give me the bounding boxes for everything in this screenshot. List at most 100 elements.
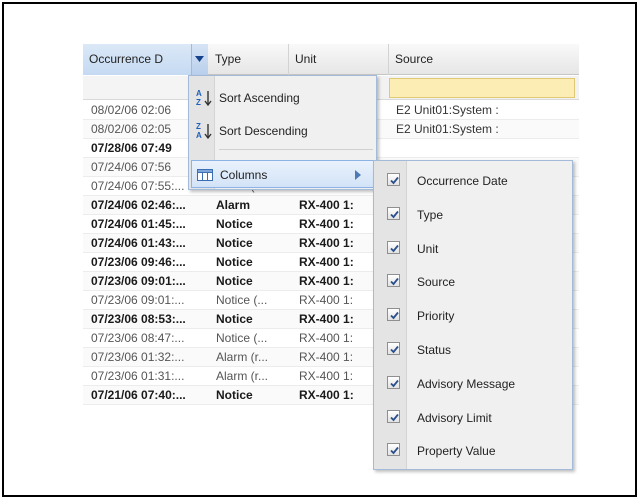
column-toggle-item[interactable]: Occurrence Date — [374, 165, 572, 198]
sort-descending-icon: Z A — [195, 121, 213, 141]
cell-type: Notice — [216, 388, 253, 402]
column-toggle-label: Type — [417, 207, 444, 222]
cell-occurrence-date: 07/24/06 02:46:... — [91, 198, 186, 212]
checkbox-icon[interactable] — [387, 308, 400, 322]
checkmark-icon — [390, 244, 399, 252]
cell-occurrence-date: 07/23/06 08:53:... — [91, 312, 186, 326]
header-type[interactable]: Type — [209, 44, 289, 75]
checkbox-icon[interactable] — [387, 206, 400, 220]
checkbox-icon[interactable] — [387, 342, 400, 355]
cell-occurrence-date: 07/21/06 07:40:... — [91, 388, 186, 402]
sort-ascending-icon: A Z — [195, 88, 213, 108]
column-toggle-label: Occurrence Date — [417, 174, 508, 188]
cell-unit: RX-400 1: — [299, 369, 354, 383]
cell-type: Notice — [216, 274, 253, 288]
checkmark-icon — [390, 447, 399, 455]
cell-type: Notice (... — [216, 293, 268, 307]
checkmark-icon — [390, 312, 399, 320]
column-toggle-label: Priority — [417, 309, 455, 324]
column-toggle-label: Property Value — [417, 444, 496, 459]
column-toggle-item[interactable]: Type — [374, 199, 572, 232]
svg-text:A: A — [196, 131, 202, 140]
column-toggle-item[interactable]: Property Value — [374, 435, 572, 468]
cell-type: Alarm — [216, 198, 251, 212]
checkbox-icon[interactable] — [387, 173, 400, 186]
cell-type: Alarm (r... — [216, 369, 269, 383]
columns-item[interactable]: Columns — [191, 160, 374, 188]
header-label: Type — [215, 52, 242, 66]
column-toggle-item[interactable]: Unit — [374, 233, 572, 266]
header-source[interactable]: Source — [389, 44, 579, 75]
checkbox-icon[interactable] — [387, 240, 400, 254]
columns-icon — [196, 165, 214, 185]
column-toggle-item[interactable]: Advisory Message — [374, 368, 572, 401]
checkmark-icon — [390, 345, 399, 354]
cell-unit: RX-400 1: — [299, 274, 354, 288]
cell-type: Notice — [216, 255, 253, 269]
source-filter-field[interactable] — [389, 78, 575, 98]
cell-unit: RX-400 1: — [299, 198, 354, 212]
column-toggle-item[interactable]: Status — [374, 334, 572, 367]
column-toggle-label: Advisory Limit — [417, 410, 492, 425]
submenu-arrow-icon — [355, 170, 361, 180]
cell-unit: RX-400 1: — [299, 331, 354, 345]
cell-occurrence-date: 07/23/06 08:47:... — [91, 331, 185, 345]
cell-occurrence-date: 07/24/06 01:45:... — [91, 217, 186, 231]
checkmark-icon — [390, 176, 399, 185]
checkmark-icon — [390, 413, 399, 421]
checkmark-icon — [390, 379, 399, 388]
menu-item-label: Columns — [220, 168, 268, 182]
cell-type: Notice (... — [216, 331, 268, 345]
sort-ascending-item[interactable]: A Z Sort Ascending — [191, 84, 374, 112]
cell-source: E2 Unit01:System : — [396, 103, 499, 117]
column-toggle-label: Status — [417, 343, 452, 357]
column-toggle-item[interactable]: Source — [374, 266, 572, 299]
column-header-menu: A Z Sort Ascending Z A Sort Descending C… — [188, 75, 377, 190]
column-toggle-label: Source — [417, 275, 456, 290]
checkbox-icon[interactable] — [387, 375, 400, 389]
header-label: Occurrence D — [89, 52, 164, 66]
svg-text:Z: Z — [196, 98, 201, 107]
cell-type: Notice — [216, 312, 253, 326]
cell-occurrence-date: 07/23/06 09:46:... — [91, 255, 186, 269]
sort-descending-item[interactable]: Z A Sort Descending — [191, 117, 374, 145]
cell-occurrence-date: 07/23/06 09:01:... — [91, 274, 186, 288]
checkmark-icon — [390, 210, 399, 219]
column-toggle-label: Advisory Message — [417, 376, 516, 391]
chevron-down-icon — [195, 56, 204, 62]
columns-submenu: Occurrence Date Type Unit Source Priority Sta… — [373, 160, 573, 470]
cell-type: Alarm (r... — [216, 350, 269, 364]
column-toggle-item[interactable]: Advisory Limit — [374, 402, 572, 435]
cell-unit: RX-400 1: — [299, 293, 354, 307]
cell-unit: RX-400 1: — [299, 255, 354, 269]
cell-unit: RX-400 1: — [299, 236, 354, 250]
checkbox-icon[interactable] — [387, 443, 400, 457]
cell-occurrence-date: 07/24/06 01:43:... — [91, 236, 186, 250]
checkbox-icon[interactable] — [387, 409, 400, 423]
header-label: Source — [395, 52, 434, 66]
header-menu-trigger[interactable] — [191, 44, 208, 75]
column-toggle-label: Unit — [417, 241, 439, 256]
checkbox-icon[interactable] — [387, 274, 400, 288]
header-occurrence-date[interactable]: Occurrence D — [83, 44, 208, 75]
checkmark-icon — [390, 278, 399, 286]
cell-occurrence-date: 07/23/06 01:31:... — [91, 369, 185, 383]
menu-item-label: Sort Ascending — [219, 91, 300, 105]
header-unit[interactable]: Unit — [289, 44, 389, 75]
menu-item-label: Sort Descending — [219, 124, 308, 138]
cell-unit: RX-400 1: — [299, 388, 354, 402]
cell-occurrence-date: 07/23/06 09:01:... — [91, 293, 185, 307]
cell-unit: RX-400 1: — [299, 312, 354, 326]
cell-unit: RX-400 1: — [299, 217, 354, 231]
cell-type: Notice — [216, 217, 253, 231]
cell-type: Notice — [216, 236, 253, 250]
column-toggle-item[interactable]: Priority — [374, 300, 572, 333]
grid-header: Occurrence D Type Unit Source — [83, 44, 579, 75]
svg-text:Z: Z — [196, 122, 201, 131]
cell-source: E2 Unit01:System : — [396, 122, 499, 136]
menu-separator — [219, 149, 373, 150]
cell-unit: RX-400 1: — [299, 350, 354, 364]
svg-text:A: A — [196, 89, 202, 98]
cell-occurrence-date: 07/23/06 01:32:... — [91, 350, 185, 364]
header-label: Unit — [295, 52, 317, 66]
